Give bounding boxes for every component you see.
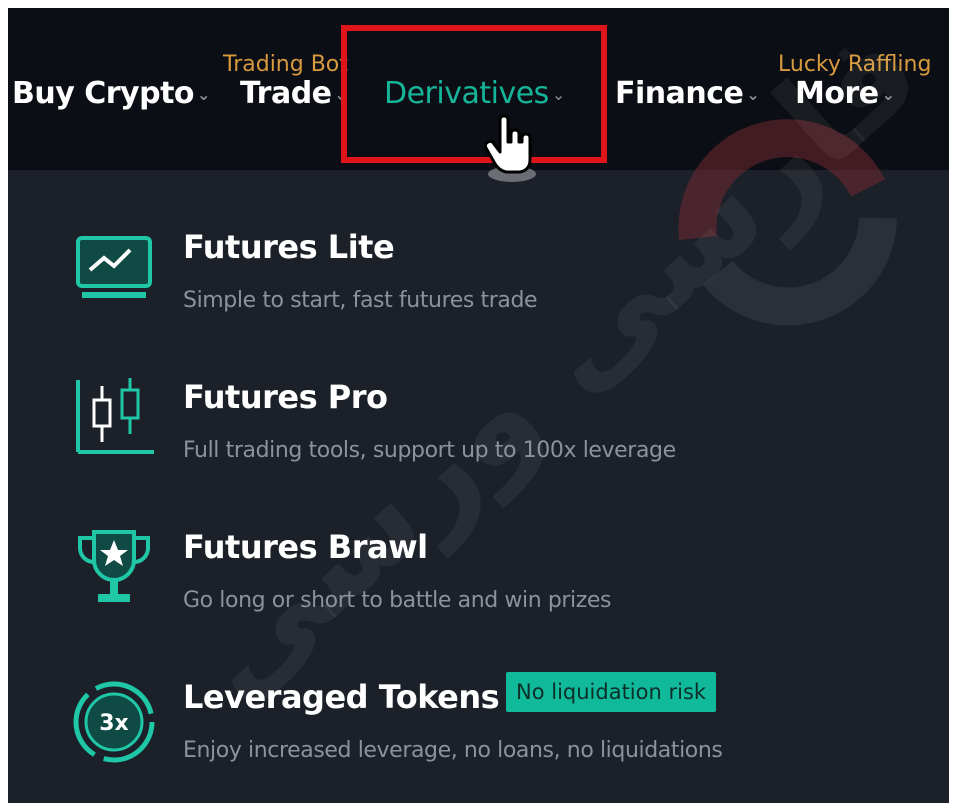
nav-trade[interactable]: Trade ⌄ [240,76,348,111]
3x-label: 3x [99,711,129,736]
hand-pointer-cursor-icon [483,114,536,182]
menu-item-leveraged-tokens[interactable]: 3x Leveraged Tokens No liquidation risk … [8,672,949,803]
trophy-icon [78,530,150,602]
menu-item-futures-lite[interactable]: Futures Lite Simple to start, fast futur… [8,228,949,368]
menu-item-title: Futures Pro [183,378,388,416]
menu-item-futures-brawl[interactable]: Futures Brawl Go long or short to battle… [8,528,949,668]
menu-item-description: Go long or short to battle and win prize… [183,588,612,613]
nav-label: Trade [240,76,332,111]
menu-item-description: Full trading tools, support up to 100x l… [183,438,676,463]
no-liquidation-risk-badge: No liquidation risk [506,672,717,712]
nav-label: Buy Crypto [12,76,195,111]
menu-item-title: Futures Lite [183,228,395,266]
nav-buy-crypto[interactable]: Buy Crypto ⌄ [12,76,210,111]
trading-bot-tag[interactable]: Trading Bot [223,52,348,77]
monitor-chart-icon [76,236,152,298]
menu-item-title: Leveraged Tokens [183,678,500,716]
menu-item-title: Futures Brawl [183,528,428,566]
screenshot-frame: Buy Crypto ⌄ Trading Bot Trade ⌄ Derivativ… [8,8,949,803]
menu-item-futures-pro[interactable]: Futures Pro Full trading tools, support … [8,378,949,518]
derivatives-highlight-box [341,25,607,163]
menu-item-description: Simple to start, fast futures trade [183,288,538,313]
menu-item-description: Enjoy increased leverage, no loans, no l… [183,738,723,763]
candlestick-icon [76,378,154,454]
3x-token-icon: 3x [73,681,155,763]
chevron-down-icon: ⌄ [197,85,210,104]
